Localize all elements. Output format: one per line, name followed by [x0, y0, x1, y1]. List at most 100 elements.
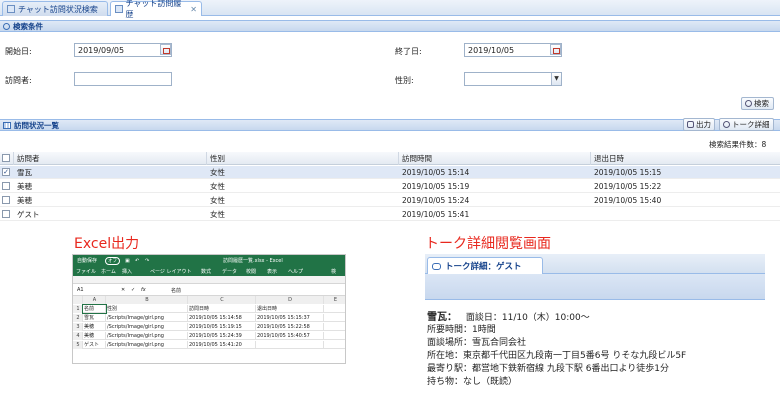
menu-item-view[interactable]: 表示	[267, 268, 277, 275]
excel-cell[interactable]	[256, 341, 324, 349]
excel-cell[interactable]: 雪瓦	[83, 314, 106, 322]
excel-col-d[interactable]: D	[256, 296, 324, 304]
menu-item-help[interactable]: ヘルプ	[288, 268, 303, 275]
calendar-icon	[115, 5, 123, 13]
excel-col-b[interactable]: B	[106, 296, 188, 304]
search-button[interactable]: 検索	[741, 97, 774, 110]
calendar-icon	[7, 5, 15, 13]
function-icon[interactable]: fx	[141, 287, 146, 293]
cancel-icon[interactable]: ✕	[121, 287, 125, 293]
search-icon	[745, 100, 752, 107]
start-date-field[interactable]: 2019/09/05	[74, 43, 172, 57]
excel-cell[interactable]: 名前	[82, 304, 107, 314]
excel-cell[interactable]: 2019/10/05 15:19:15	[188, 323, 256, 331]
excel-cell[interactable]: /Scripts/Image/girl.png	[106, 323, 188, 331]
close-icon[interactable]: ✕	[190, 5, 197, 14]
visitor-cell: ゲスト	[17, 210, 40, 219]
excel-col-c[interactable]: C	[188, 296, 256, 304]
start-date-label: 開始日:	[5, 47, 32, 56]
table-row[interactable]: ✓ 雪瓦 女性 2019/10/05 15:14 2019/10/05 15:1…	[0, 166, 780, 179]
excel-cell[interactable]: ゲスト	[83, 341, 106, 349]
table-row[interactable]: ゲスト 女性 2019/10/05 15:41	[0, 208, 780, 221]
excel-row-number[interactable]: 2	[73, 314, 83, 322]
talk-detail-button[interactable]: トーク詳細	[719, 118, 774, 131]
menu-item-insert[interactable]: 挿入	[122, 268, 132, 275]
excel-row-number[interactable]: 1	[73, 305, 83, 313]
result-count: 検索結果件数：8	[709, 140, 767, 149]
excel-cell[interactable]: 美穂	[83, 323, 106, 331]
table-row[interactable]: 美穂 女性 2019/10/05 15:24 2019/10/05 15:40	[0, 194, 780, 207]
tab-chat-visit-search[interactable]: チャット訪問状況検索	[2, 1, 108, 16]
end-date-field[interactable]: 2019/10/05	[464, 43, 562, 57]
row-checkbox[interactable]	[2, 210, 10, 218]
talk-detail-window: トーク詳細：ゲスト	[425, 254, 765, 300]
excel-row-number[interactable]: 4	[73, 332, 83, 340]
export-button[interactable]: 出力	[683, 118, 715, 131]
excel-row: 5 ゲスト /Scripts/Image/girl.png 2019/10/05…	[73, 341, 345, 349]
menu-item-review[interactable]: 校閲	[246, 268, 256, 275]
search-icon	[3, 22, 10, 30]
column-header-exit-time[interactable]: 退出日時	[590, 152, 780, 165]
excel-col-a[interactable]: A	[83, 296, 106, 304]
table-row[interactable]: 美穂 女性 2019/10/05 15:19 2019/10/05 15:22	[0, 180, 780, 193]
excel-cell[interactable]: 2019/10/05 15:41:20	[188, 341, 256, 349]
row-checkbox[interactable]	[2, 182, 10, 190]
excel-col-e[interactable]: E	[324, 296, 345, 304]
excel-row-number[interactable]: 5	[73, 341, 83, 349]
visitor-label: 訪問者:	[5, 76, 32, 85]
confirm-icon[interactable]: ✓	[131, 287, 135, 293]
excel-cell[interactable]: 退出日時	[256, 305, 324, 313]
column-header-visitor[interactable]: 訪問者	[13, 152, 206, 165]
exit-time-cell: 2019/10/05 15:22	[594, 182, 662, 191]
excel-cell[interactable]: 2019/10/05 15:24:39	[188, 332, 256, 340]
excel-cell[interactable]: 2019/10/05 15:15:37	[256, 314, 324, 322]
export-button-label: 出力	[696, 120, 711, 129]
menu-item-page-layout[interactable]: ページ レイアウト	[150, 268, 192, 275]
column-header-gender[interactable]: 性別	[206, 152, 398, 165]
talk-detail-tab-label: トーク詳細：ゲスト	[445, 262, 522, 272]
visitor-input[interactable]	[74, 72, 172, 86]
excel-cell[interactable]: 性別	[106, 305, 188, 313]
tab-label: チャット訪問履歴	[125, 0, 182, 19]
menu-item-home[interactable]: ホーム	[101, 268, 116, 275]
visit-time-cell: 2019/10/05 15:19	[402, 182, 470, 191]
cell-reference[interactable]: A1	[77, 287, 84, 293]
row-checkbox[interactable]: ✓	[2, 168, 10, 176]
gender-select[interactable]	[464, 72, 562, 86]
start-date-calendar-icon[interactable]	[160, 44, 171, 55]
excel-cell[interactable]: /Scripts/Image/girl.png	[106, 332, 188, 340]
save-icon[interactable]: ▣	[125, 258, 130, 264]
chevron-down-icon[interactable]: ▼	[551, 73, 561, 85]
column-header-visit-time[interactable]: 訪問時間	[398, 152, 590, 165]
excel-row: 4 美穂 /Scripts/Image/girl.png 2019/10/05 …	[73, 332, 345, 340]
excel-cell[interactable]: /Scripts/Image/girl.png	[106, 314, 188, 322]
menu-item-file[interactable]: ファイル	[76, 268, 96, 275]
select-all-checkbox[interactable]	[2, 154, 10, 162]
excel-cell[interactable]: 2019/10/05 15:14:58	[188, 314, 256, 322]
talk-detail-tab[interactable]: トーク詳細：ゲスト	[427, 257, 543, 274]
excel-cell[interactable]: 2019/10/05 15:40:57	[256, 332, 324, 340]
excel-cell[interactable]: 2019/10/05 15:22:58	[256, 323, 324, 331]
excel-corner[interactable]	[73, 296, 83, 304]
excel-formula-bar: A1 ✕ ✓ fx 名前	[73, 284, 345, 296]
excel-cell[interactable]: 訪問日時	[188, 305, 256, 313]
undo-icon[interactable]: ↶	[135, 258, 139, 264]
start-date-value: 2019/09/05	[78, 46, 125, 55]
grid-header-row: 訪問者 性別 訪問時間 退出日時	[0, 152, 780, 165]
detail-line: 所在地：東京都千代田区九段南一丁目5番6号 りそな九段ビル5F	[427, 351, 687, 361]
end-date-calendar-icon[interactable]	[550, 44, 561, 55]
excel-cell[interactable]: /Scripts/Image/girl.png	[106, 341, 188, 349]
talk-detail-toolbar	[425, 274, 765, 300]
autosave-toggle[interactable]: オフ	[105, 256, 120, 265]
excel-cell[interactable]: 美穂	[83, 332, 106, 340]
visitor-cell: 美穂	[17, 182, 32, 191]
formula-value[interactable]: 名前	[171, 287, 181, 294]
redo-icon[interactable]: ↷	[145, 258, 149, 264]
menu-item-data[interactable]: データ	[222, 268, 237, 275]
excel-title-bar: 自動保存 オフ ▣ ↶ ↷ 訪問履歴一覧.xlsx - Excel	[73, 255, 345, 266]
menu-item-search[interactable]: 検	[331, 268, 336, 275]
row-checkbox[interactable]	[2, 196, 10, 204]
menu-item-formulas[interactable]: 数式	[201, 268, 211, 275]
excel-row-number[interactable]: 3	[73, 323, 83, 331]
tab-chat-visit-history[interactable]: チャット訪問履歴 ✕	[110, 0, 202, 19]
